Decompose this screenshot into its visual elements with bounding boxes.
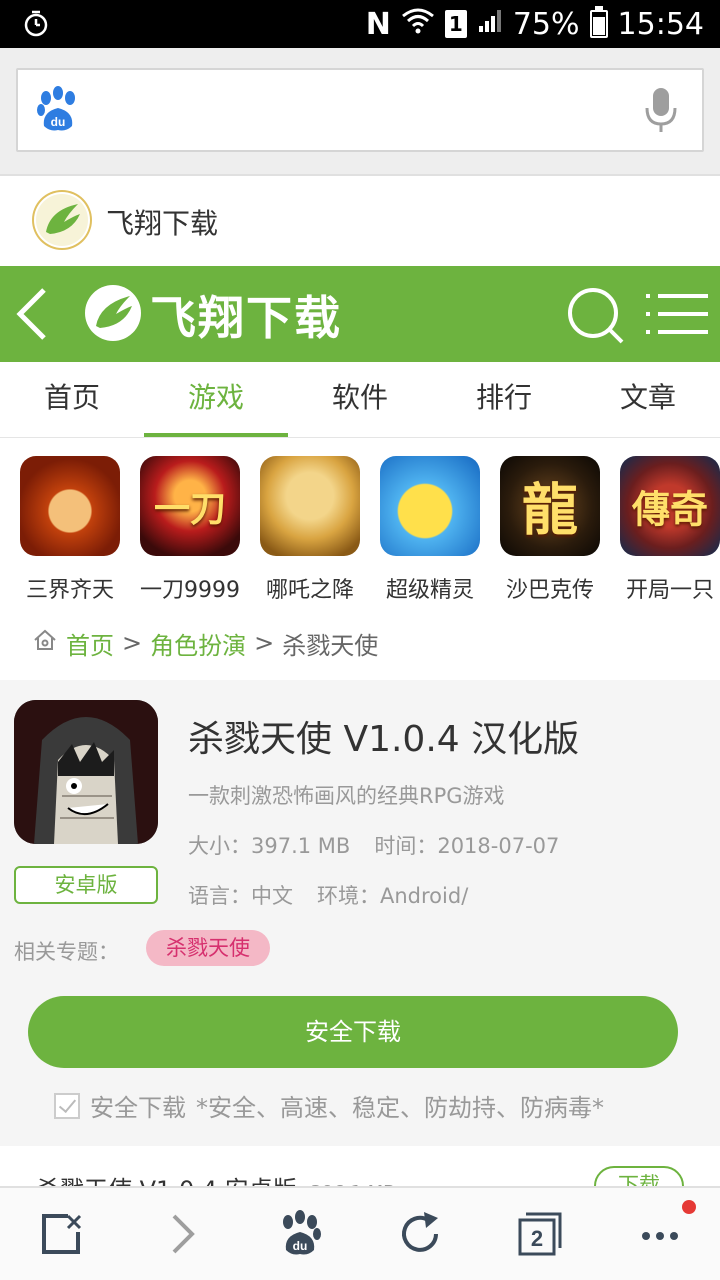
battery-percent: 75% xyxy=(512,6,580,42)
svg-text:2: 2 xyxy=(531,1226,543,1251)
game-name: 超级精灵 xyxy=(385,578,474,603)
nfc-icon: N xyxy=(365,6,391,42)
tab-articles[interactable]: 文章 xyxy=(576,362,720,437)
game-thumbnail: 龍 xyxy=(500,456,600,556)
game-name: 一刀9999 xyxy=(140,578,240,603)
status-bar: N 1 75% 15:54 xyxy=(0,0,720,48)
game-thumbnail xyxy=(260,456,360,556)
back-icon[interactable] xyxy=(14,286,50,346)
breadcrumb-separator: > xyxy=(254,629,275,657)
app-description: 一款刺激恐怖画风的经典RPG游戏 xyxy=(188,784,505,808)
safe-download-label: 安全下载 xyxy=(90,1094,186,1122)
search-input[interactable]: du xyxy=(16,68,704,152)
home-icon[interactable] xyxy=(32,627,58,659)
brand-logo-icon xyxy=(84,284,142,346)
safe-download-option: 安全下载 *安全、高速、稳定、防劫持、防病毒* xyxy=(54,1088,604,1123)
game-item[interactable]: 傳奇 开局一只 xyxy=(615,456,720,604)
more-icon[interactable] xyxy=(636,1210,684,1258)
baidu-paw-icon: du xyxy=(36,86,80,138)
forward-icon[interactable] xyxy=(158,1210,206,1258)
game-name: 三界齐天 xyxy=(25,578,114,603)
topic-tag[interactable]: 杀戮天使 xyxy=(146,930,270,966)
menu-icon[interactable] xyxy=(646,292,708,340)
baidu-home-icon[interactable]: du xyxy=(276,1210,324,1258)
svg-text:du: du xyxy=(51,115,66,129)
game-name: 开局一只 xyxy=(625,578,714,603)
game-item[interactable]: 一刀 一刀9999 xyxy=(135,456,245,604)
breadcrumb: 首页 > 角色扮演 > 杀戮天使 xyxy=(32,620,378,666)
game-strip: 三界齐天 一刀 一刀9999 哪吒之降 超级精灵 龍 沙巴克传 傳奇 开局一只 xyxy=(0,456,720,606)
topic-label: 相关专题： xyxy=(14,940,119,964)
tab-ranking[interactable]: 排行 xyxy=(432,362,576,437)
app-environment: 环境：Android/ xyxy=(317,884,469,908)
site-logo xyxy=(34,192,90,248)
alarm-icon xyxy=(22,10,50,42)
battery-icon xyxy=(589,6,608,38)
svg-text:du: du xyxy=(293,1239,308,1253)
search-icon[interactable] xyxy=(566,286,624,348)
header-title: 飞翔下载 xyxy=(150,291,342,345)
wifi-icon xyxy=(401,6,435,42)
breadcrumb-separator: > xyxy=(122,629,143,657)
safe-download-checkbox[interactable] xyxy=(54,1092,80,1119)
close-tab-icon[interactable] xyxy=(38,1210,86,1258)
game-item[interactable]: 超级精灵 xyxy=(375,456,485,604)
microphone-icon[interactable] xyxy=(644,86,678,138)
category-tabs: 首页 游戏 软件 排行 文章 xyxy=(0,362,720,438)
breadcrumb-current: 杀戮天使 xyxy=(282,631,379,660)
breadcrumb-home-link[interactable]: 首页 xyxy=(66,626,114,661)
app-language: 语言：中文 xyxy=(188,884,293,908)
site-header: 飞翔下载 xyxy=(0,266,720,362)
game-name: 沙巴克传 xyxy=(505,578,594,603)
signal-icon xyxy=(477,7,503,42)
game-thumbnail xyxy=(20,456,120,556)
sim-indicator: 1 xyxy=(444,10,467,38)
header-brand[interactable]: 飞翔下载 xyxy=(84,282,342,348)
site-name: 飞翔下载 xyxy=(106,207,219,240)
app-title: 杀戮天使 V1.0.4 汉化版 xyxy=(188,719,580,760)
site-info-bar: 飞翔下载 xyxy=(0,174,720,264)
browser-bottom-nav: du 2 xyxy=(0,1186,720,1280)
app-detail-panel: 安卓版 杀戮天使 V1.0.4 汉化版 一款刺激恐怖画风的经典RPG游戏 大小：… xyxy=(0,680,720,1146)
tab-home[interactable]: 首页 xyxy=(0,362,144,437)
game-name: 哪吒之降 xyxy=(265,578,354,603)
safe-download-button[interactable]: 安全下载 xyxy=(28,996,678,1068)
browser-search-area: du xyxy=(0,48,720,174)
app-date: 时间：2018-07-07 xyxy=(374,834,560,858)
game-thumbnail xyxy=(380,456,480,556)
app-size: 大小：397.1 MB xyxy=(188,834,351,858)
game-item[interactable]: 哪吒之降 xyxy=(255,456,365,604)
game-item[interactable]: 三界齐天 xyxy=(15,456,125,604)
tab-software[interactable]: 软件 xyxy=(288,362,432,437)
app-icon xyxy=(14,700,158,844)
clock: 15:54 xyxy=(617,6,704,42)
notification-dot xyxy=(682,1200,696,1214)
game-thumbnail: 傳奇 xyxy=(620,456,720,556)
tab-games[interactable]: 游戏 xyxy=(144,362,288,437)
refresh-icon[interactable] xyxy=(396,1210,444,1258)
breadcrumb-category-link[interactable]: 角色扮演 xyxy=(150,626,246,661)
tabs-icon[interactable]: 2 xyxy=(516,1210,564,1258)
platform-badge[interactable]: 安卓版 xyxy=(14,866,158,904)
game-thumbnail: 一刀 xyxy=(140,456,240,556)
game-item[interactable]: 龍 沙巴克传 xyxy=(495,456,605,604)
safe-download-features: *安全、高速、稳定、防劫持、防病毒* xyxy=(196,1094,604,1122)
